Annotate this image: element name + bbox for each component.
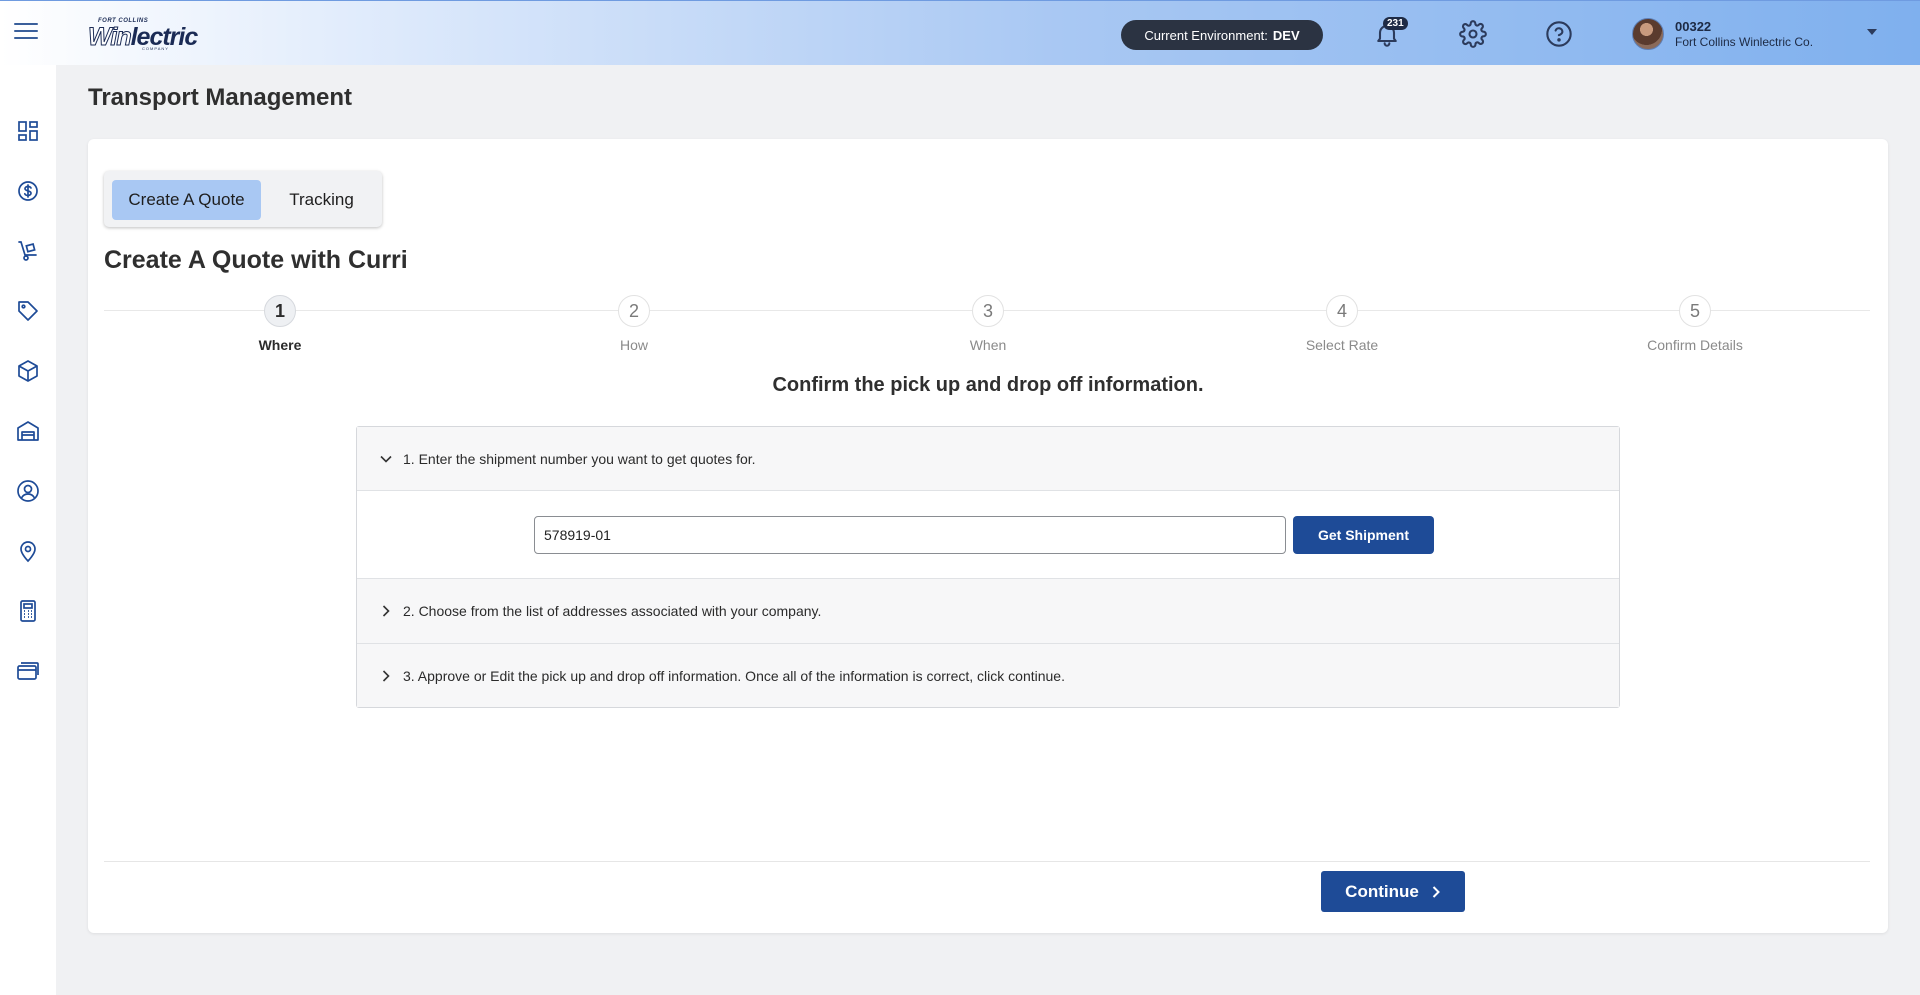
accordion-header-label: 2. Choose from the list of addresses ass… [403, 603, 822, 619]
get-shipment-button[interactable]: Get Shipment [1293, 516, 1434, 554]
environment-badge: Current Environment: DEV [1121, 20, 1323, 50]
user-company: Fort Collins Winlectric Co. [1675, 35, 1814, 49]
step-label: Confirm Details [1647, 337, 1743, 353]
dashboard-icon[interactable] [16, 119, 40, 143]
step-number: 5 [1679, 295, 1711, 327]
page-title: Transport Management [88, 84, 353, 111]
accordion-header-shipment-number[interactable]: 1. Enter the shipment number you want to… [357, 427, 1619, 491]
hand-truck-icon[interactable] [16, 239, 40, 263]
location-pin-icon[interactable] [16, 539, 40, 563]
step-number: 4 [1326, 295, 1358, 327]
accordion-header-label: 1. Enter the shipment number you want to… [403, 450, 756, 467]
step-number: 2 [618, 295, 650, 327]
logo-sub-text: COMPANY [142, 46, 169, 51]
accordion-header-approve-edit[interactable]: 3. Approve or Edit the pick up and drop … [357, 644, 1619, 707]
chevron-right-icon [1431, 885, 1441, 899]
user-avatar[interactable] [1632, 18, 1664, 50]
user-id: 00322 [1675, 19, 1712, 34]
accordion: 1. Enter the shipment number you want to… [356, 426, 1620, 708]
user-circle-icon[interactable] [16, 479, 40, 503]
cards-icon[interactable] [16, 659, 40, 683]
step-when[interactable]: 3 When [908, 295, 1068, 353]
section-title: Create A Quote with Curri [104, 246, 408, 274]
tab-create-a-quote[interactable]: Create A Quote [112, 180, 261, 220]
tag-icon[interactable] [16, 299, 40, 323]
shipment-number-input[interactable] [534, 516, 1286, 554]
continue-button[interactable]: Continue [1321, 871, 1465, 912]
environment-value: DEV [1272, 27, 1300, 43]
step-number: 3 [972, 295, 1004, 327]
instruction-text: Confirm the pick up and drop off informa… [772, 374, 1204, 396]
top-header: FORT COLLINS Winlectric COMPANY Current … [0, 0, 1920, 65]
user-menu-caret-icon[interactable] [1867, 29, 1877, 35]
chevron-right-icon [357, 669, 393, 683]
step-label: When [969, 337, 1007, 353]
hamburger-menu-icon[interactable] [14, 23, 38, 43]
help-question-icon[interactable] [1545, 20, 1573, 48]
tab-group: Create A Quote Tracking [104, 171, 382, 227]
footer-divider [104, 861, 1870, 862]
continue-label: Continue [1345, 881, 1419, 901]
dollar-icon[interactable] [16, 179, 40, 203]
step-number: 1 [264, 295, 296, 327]
calculator-icon[interactable] [16, 599, 40, 623]
notification-count-badge: 231 [1383, 17, 1408, 30]
settings-gear-icon[interactable] [1459, 20, 1487, 48]
step-label: Select Rate [1305, 337, 1379, 353]
accordion-body-shipment-number: Get Shipment [357, 491, 1619, 579]
step-label: How [619, 337, 648, 353]
step-where[interactable]: 1 Where [200, 295, 360, 353]
step-confirm-details[interactable]: 5 Confirm Details [1615, 295, 1775, 353]
chevron-right-icon [357, 604, 393, 618]
company-logo[interactable]: FORT COLLINS Winlectric COMPANY [88, 15, 216, 52]
environment-label: Current Environment: [1144, 27, 1268, 43]
warehouse-icon[interactable] [16, 419, 40, 443]
step-select-rate[interactable]: 4 Select Rate [1262, 295, 1422, 353]
sidebar [0, 65, 56, 995]
step-how[interactable]: 2 How [554, 295, 714, 353]
tab-tracking[interactable]: Tracking [279, 180, 364, 220]
step-label: Where [258, 337, 302, 353]
accordion-header-addresses[interactable]: 2. Choose from the list of addresses ass… [357, 579, 1619, 644]
chevron-down-icon [357, 452, 393, 466]
accordion-header-label: 3. Approve or Edit the pick up and drop … [403, 667, 1065, 684]
